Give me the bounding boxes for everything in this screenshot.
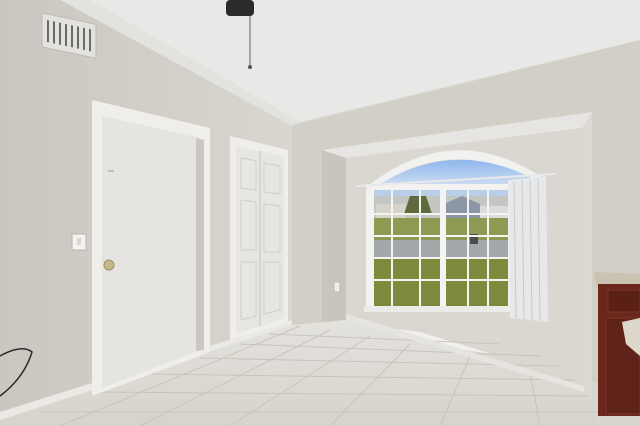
door-knob [103, 259, 115, 271]
wall-outlet [333, 281, 341, 293]
ceiling-fan-motor [226, 0, 254, 16]
pull-chain-knob [248, 65, 252, 69]
cabinet-drawer [607, 289, 640, 313]
alcove-side [322, 150, 346, 325]
door-jamb-shadow [196, 138, 204, 351]
neighbor-garage [480, 206, 508, 218]
window-center-stile [440, 188, 446, 308]
light-switch-toggle [77, 238, 81, 245]
window-sill [364, 306, 514, 312]
main-door [102, 116, 200, 388]
empty-room-photo [0, 0, 640, 426]
room-illustration [0, 0, 640, 426]
